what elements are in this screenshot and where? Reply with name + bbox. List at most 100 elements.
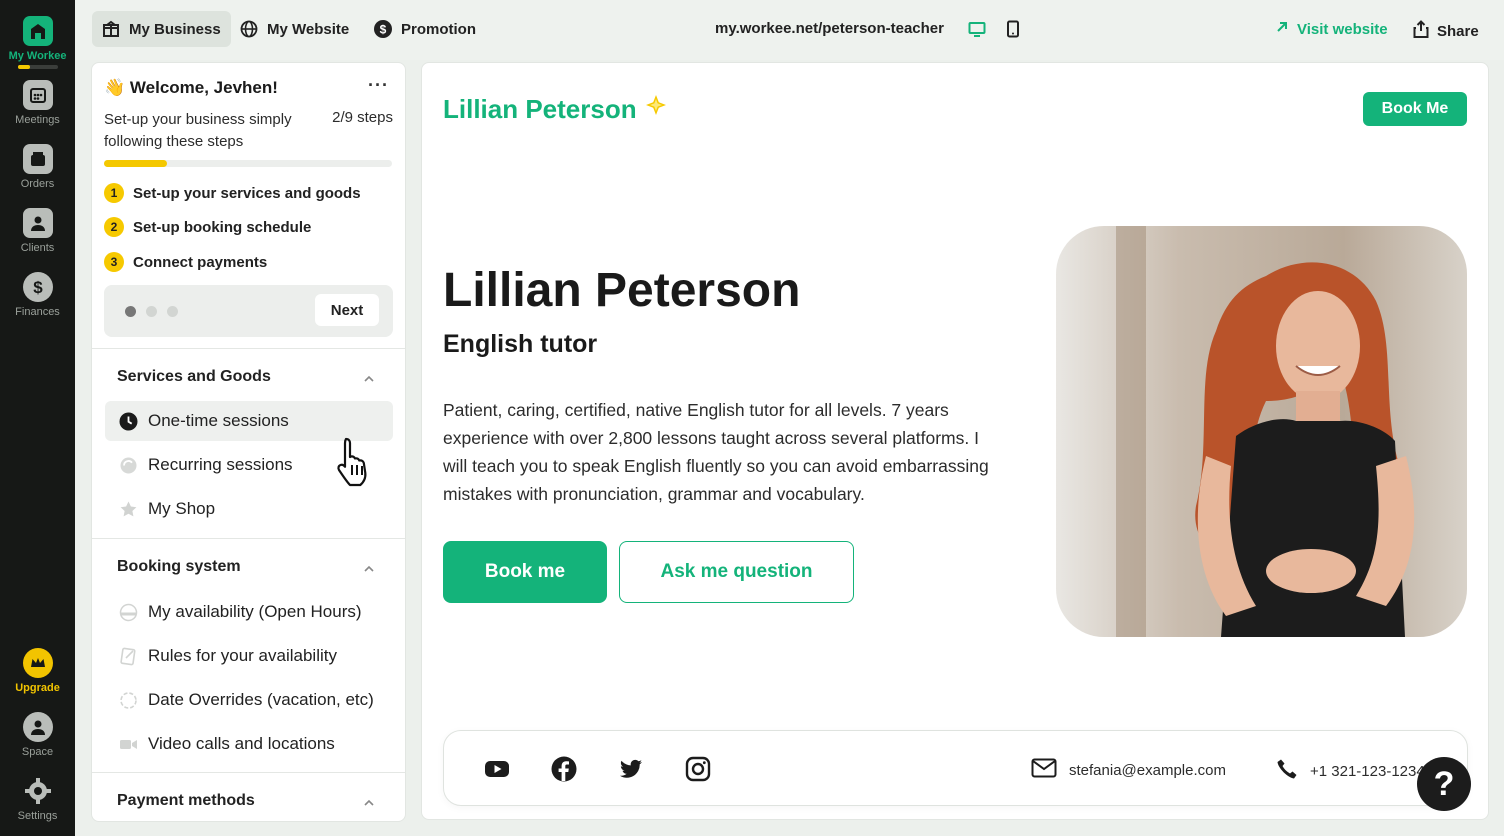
date-override-icon: [118, 690, 138, 710]
rail-label: Orders: [20, 178, 55, 190]
rail-item-space[interactable]: Space: [0, 712, 75, 758]
steps-count: 2/9 steps: [332, 109, 393, 126]
book-me-button[interactable]: Book me: [443, 541, 607, 603]
contact-phone[interactable]: +1 321-123-1234: [1276, 758, 1425, 784]
chevron-up-icon[interactable]: [363, 372, 375, 384]
tab-label: My Business: [129, 20, 221, 38]
dollar-circle-icon: $: [374, 20, 392, 38]
website-url: my.workee.net/peterson-teacher: [715, 20, 944, 37]
step-number: 2: [104, 217, 124, 237]
globe-icon: [240, 20, 258, 38]
book-me-header-button[interactable]: Book Me: [1363, 92, 1467, 126]
menu-item-label: Video calls and locations: [148, 734, 335, 753]
email-text: stefania@example.com: [1069, 761, 1226, 779]
rail-logo-label: My Workee: [8, 50, 67, 62]
share-label: Share: [1437, 22, 1479, 40]
step-label: Set-up your services and goods: [133, 184, 361, 202]
menu-item-my-availability[interactable]: My availability (Open Hours): [105, 592, 393, 632]
section-title-booking-system[interactable]: Booking system: [117, 558, 241, 576]
tab-label: Promotion: [401, 20, 476, 38]
steps-pager: Next: [104, 285, 393, 337]
rail-label: Clients: [20, 242, 55, 254]
setup-step-booking[interactable]: 2 Set-up booking schedule: [104, 217, 311, 237]
youtube-icon[interactable]: [484, 756, 510, 782]
video-camera-icon: [118, 734, 138, 754]
desktop-preview-icon[interactable]: [968, 20, 986, 38]
chevron-up-icon[interactable]: [363, 562, 375, 574]
site-brand[interactable]: Lillian Peterson: [443, 93, 669, 126]
step-label: Connect payments: [133, 253, 268, 271]
rail-label: Upgrade: [15, 682, 60, 694]
my-workee-logo[interactable]: My Workee: [0, 16, 75, 69]
mail-icon: [1031, 758, 1057, 782]
ask-question-button[interactable]: Ask me question: [619, 541, 854, 603]
workee-progress-bar: [17, 65, 58, 69]
setup-progress-bar: [104, 160, 392, 167]
tutor-photo: [1056, 226, 1467, 637]
menu-item-video-calls[interactable]: Video calls and locations: [105, 724, 393, 764]
section-title-services[interactable]: Services and Goods: [117, 368, 271, 386]
menu-item-label: Rules for your availability: [148, 646, 337, 665]
instagram-icon[interactable]: [685, 756, 711, 782]
sparkle-star-icon: [643, 93, 669, 126]
twitter-icon[interactable]: [618, 756, 644, 782]
next-button[interactable]: Next: [315, 294, 379, 326]
rail-label: Finances: [15, 306, 60, 318]
pager-dot[interactable]: [167, 306, 178, 317]
chevron-up-icon[interactable]: [363, 796, 375, 808]
setup-description: Set-up your business simply following th…: [104, 111, 292, 150]
rail-item-settings[interactable]: Settings: [0, 776, 75, 822]
menu-item-label: Date Overrides (vacation, etc): [148, 690, 374, 709]
mobile-preview-icon[interactable]: [1004, 20, 1022, 38]
business-icon: [102, 20, 120, 38]
pager-dot[interactable]: [146, 306, 157, 317]
tab-my-website[interactable]: My Website: [230, 11, 359, 47]
left-rail: My Workee Meetings Orders Clients $ Fina…: [0, 0, 75, 836]
section-title-payment-methods[interactable]: Payment methods: [117, 792, 255, 810]
rail-item-upgrade[interactable]: Upgrade: [0, 648, 75, 694]
menu-item-label: My Shop: [148, 499, 216, 518]
tab-promotion[interactable]: $ Promotion: [364, 11, 486, 47]
welcome-text: Welcome, Jevhen!: [129, 78, 278, 97]
waving-hand-icon: 👋: [104, 78, 126, 97]
svg-text:$: $: [33, 278, 43, 297]
contact-email[interactable]: stefania@example.com: [1031, 758, 1226, 782]
divider: [92, 348, 405, 349]
tab-my-business[interactable]: My Business: [92, 11, 231, 47]
facebook-icon[interactable]: [551, 756, 577, 782]
rail-item-meetings[interactable]: Meetings: [0, 80, 75, 126]
phone-icon: [1276, 758, 1298, 784]
hero-name: Lillian Peterson: [443, 264, 801, 317]
share-icon: [1413, 20, 1429, 42]
help-button[interactable]: ?: [1417, 757, 1471, 811]
divider: [92, 772, 405, 773]
top-bar: My Business My Website $ Promotion my.wo…: [75, 0, 1504, 60]
share-button[interactable]: Share: [1413, 20, 1479, 42]
pager-dot[interactable]: [125, 306, 136, 317]
divider: [92, 538, 405, 539]
more-options-icon[interactable]: ···: [368, 75, 389, 96]
rail-item-finances[interactable]: $ Finances: [0, 272, 75, 318]
phone-text: +1 321-123-1234: [1310, 762, 1425, 780]
rail-label: Meetings: [15, 114, 60, 126]
step-number: 3: [104, 252, 124, 272]
website-preview: Lillian Peterson Book Me Lillian Peterso…: [421, 62, 1489, 820]
visit-website-link[interactable]: Visit website: [1275, 20, 1388, 38]
hero-role: English tutor: [443, 330, 598, 358]
crown-icon: [22, 648, 53, 678]
menu-item-label: My availability (Open Hours): [148, 602, 362, 621]
rail-item-orders[interactable]: Orders: [0, 144, 75, 190]
clients-icon: [22, 208, 53, 238]
setup-step-services[interactable]: 1 Set-up your services and goods: [104, 183, 361, 203]
setup-step-payments[interactable]: 3 Connect payments: [104, 252, 267, 272]
welcome-heading: 👋 Welcome, Jevhen!: [104, 78, 278, 98]
business-setup-sidebar: 👋 Welcome, Jevhen! ··· Set-up your busin…: [91, 62, 406, 822]
rail-item-clients[interactable]: Clients: [0, 208, 75, 254]
menu-item-date-overrides[interactable]: Date Overrides (vacation, etc): [105, 680, 393, 720]
menu-item-availability-rules[interactable]: Rules for your availability: [105, 636, 393, 676]
setup-progress-fill: [104, 160, 168, 167]
clock-icon: [118, 411, 138, 431]
availability-icon: [118, 602, 138, 622]
workee-logo-icon: [22, 16, 53, 46]
menu-item-my-shop[interactable]: My Shop: [105, 489, 393, 529]
